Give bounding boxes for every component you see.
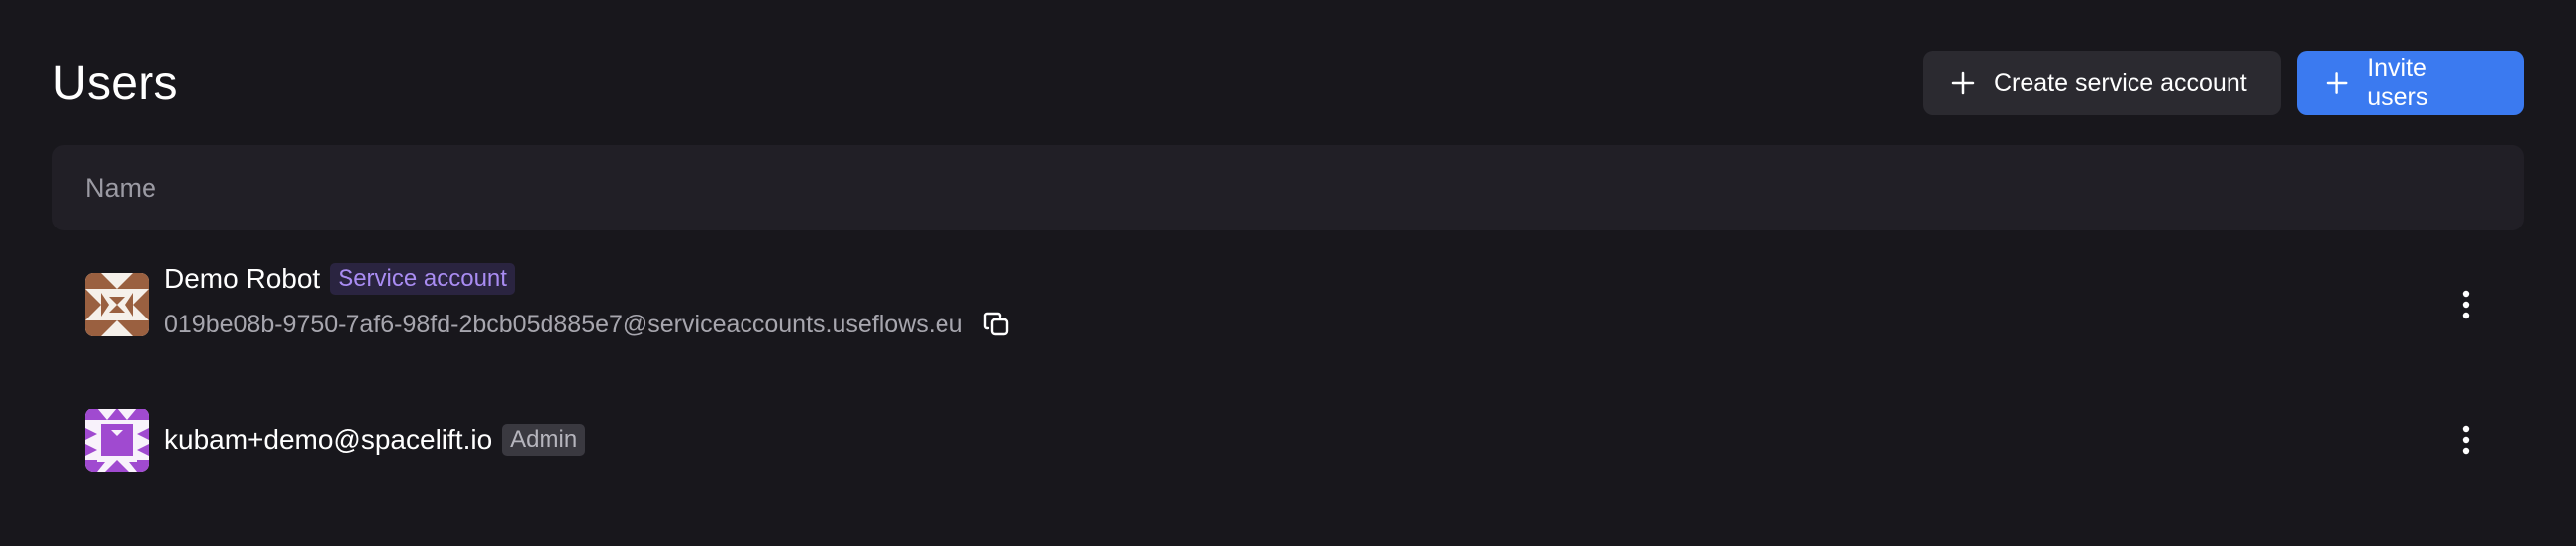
table-row: kubam+demo@spacelift.io Admin xyxy=(52,406,2524,475)
service-account-badge: Service account xyxy=(330,263,515,295)
plus-icon xyxy=(1951,71,1975,95)
avatar xyxy=(85,273,149,336)
user-info: Demo Robot Service account 019be08b-9750… xyxy=(164,259,1013,344)
kebab-menu-icon xyxy=(2462,425,2470,455)
user-email-line: 019be08b-9750-7af6-98fd-2bcb05d885e7@ser… xyxy=(164,305,1013,344)
header-actions: Create service account Invite users xyxy=(1923,51,2524,115)
user-name: Demo Robot xyxy=(164,263,321,294)
table-row: Demo Robot Service account 019be08b-9750… xyxy=(52,259,2524,350)
user-name: kubam+demo@spacelift.io xyxy=(164,424,493,455)
column-header-name: Name xyxy=(85,172,157,203)
user-name-line: kubam+demo@spacelift.io Admin xyxy=(164,420,586,460)
admin-badge: Admin xyxy=(502,424,586,456)
table-header: Name xyxy=(52,145,2524,230)
user-info: kubam+demo@spacelift.io Admin xyxy=(164,420,586,460)
create-service-account-button[interactable]: Create service account xyxy=(1923,51,2281,115)
row-actions-menu-button[interactable] xyxy=(2455,420,2477,460)
page-title: Users xyxy=(52,56,178,110)
row-actions-menu-button[interactable] xyxy=(2455,285,2477,324)
avatar xyxy=(85,409,149,472)
copy-icon[interactable] xyxy=(981,309,1013,340)
user-email: 019be08b-9750-7af6-98fd-2bcb05d885e7@ser… xyxy=(164,310,963,338)
invite-users-label: Invite users xyxy=(2367,54,2428,111)
create-service-account-label: Create service account xyxy=(1994,68,2247,97)
user-name-line: Demo Robot Service account xyxy=(164,259,1013,299)
plus-icon xyxy=(2326,72,2348,94)
users-page: Users Create service account Invite user… xyxy=(0,0,2576,546)
kebab-menu-icon xyxy=(2462,290,2470,319)
page-header: Users Create service account Invite user… xyxy=(52,49,2524,117)
invite-users-button[interactable]: Invite users xyxy=(2297,51,2524,115)
